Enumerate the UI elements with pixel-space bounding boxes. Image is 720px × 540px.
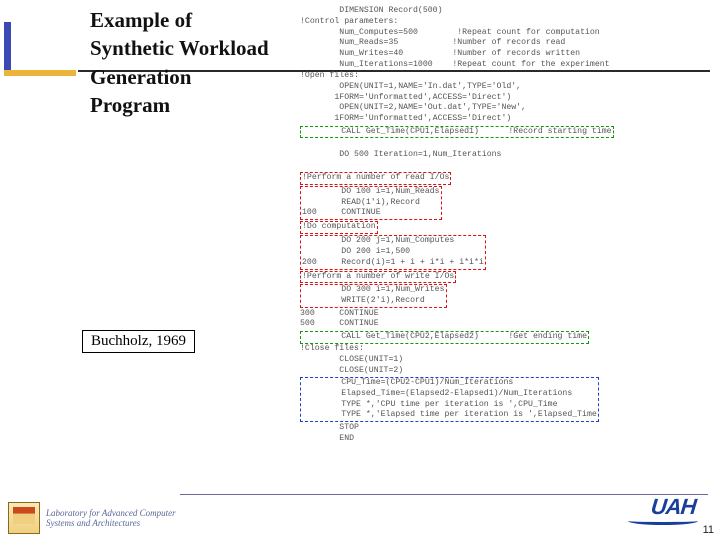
highlight-write-io-comment: !Perform a number of write I/Os	[300, 271, 456, 284]
code-line: !Control parameters:	[300, 17, 398, 26]
code-line: READ(1'i),Record	[302, 198, 420, 207]
code-line: !Open files:	[300, 71, 359, 80]
code-line: Num_Writes=40	[300, 49, 403, 58]
lab-block: Laboratory for Advanced Computer Systems…	[8, 502, 176, 534]
title-accent-graphic	[4, 60, 76, 78]
code-line: CPU_Time=(CPU2-CPU1)/Num_Iterations	[302, 378, 513, 387]
fortran-code-listing: DIMENSION Record(500) !Control parameter…	[300, 6, 712, 444]
footer-rule	[180, 494, 708, 495]
code-line: 100 CONTINUE	[302, 208, 381, 217]
code-comment: !Number of records written	[452, 49, 580, 58]
citation-text: Buchholz, 1969	[91, 333, 186, 349]
highlight-read-io-comment: !Perform a number of read I/Os	[300, 172, 451, 185]
code-line: CALL Get_Time(CPU2,Elapsed2)	[302, 332, 479, 341]
code-line: WRITE(2'i),Record	[302, 296, 425, 305]
code-line: DO 200 j=1,Num_Computes	[302, 236, 454, 245]
code-line: !Do computation	[302, 222, 376, 231]
code-comment: !Get ending time	[508, 332, 587, 341]
footer: Laboratory for Advanced Computer Systems…	[0, 492, 720, 540]
code-comment: !Record starting time	[508, 127, 611, 136]
citation-box: Buchholz, 1969	[82, 330, 195, 353]
lab-logo-icon	[8, 502, 40, 534]
code-line: DO 200 i=1,500	[302, 247, 410, 256]
code-line: 300 CONTINUE	[300, 309, 379, 318]
highlight-timing-start: CALL Get_Time(CPU1,Elapsed1) !Record sta…	[300, 126, 614, 139]
lab-text: Laboratory for Advanced Computer Systems…	[46, 508, 176, 529]
code-line: Num_Reads=35	[300, 38, 398, 47]
code-line: Num_Computes=500	[300, 28, 418, 37]
slide-title: Example of Synthetic Workload Generation…	[90, 6, 270, 119]
code-line: CLOSE(UNIT=2)	[300, 366, 403, 375]
code-line: TYPE *,'CPU time per iteration is ',CPU_…	[302, 400, 558, 409]
page-number: 11	[703, 524, 714, 536]
lab-line2: Systems and Architectures	[46, 518, 140, 528]
code-line: DIMENSION Record(500)	[300, 6, 443, 15]
code-line: STOP	[300, 423, 359, 432]
code-line: OPEN(UNIT=2,NAME='Out.dat',TYPE='New',	[300, 103, 526, 112]
code-line: END	[300, 434, 354, 443]
code-line: DO 300 i=1,Num_Writes	[302, 285, 445, 294]
lab-line1: Laboratory for Advanced Computer	[46, 508, 176, 518]
highlight-results-block: CPU_Time=(CPU2-CPU1)/Num_Iterations Elap…	[300, 377, 599, 422]
code-line: 500 CONTINUE	[300, 319, 379, 328]
code-line: TYPE *,'Elapsed time per iteration is ',…	[302, 410, 597, 419]
code-comment: !Number of records read	[452, 38, 565, 47]
code-line: 200 Record(i)=1 + i + i*i + i*i*i	[302, 258, 484, 267]
highlight-timing-end: CALL Get_Time(CPU2,Elapsed2) !Get ending…	[300, 331, 589, 344]
code-comment: !Repeat count for computation	[457, 28, 600, 37]
code-line: OPEN(UNIT=1,NAME='In.dat',TYPE='Old',	[300, 82, 521, 91]
code-comment: !Repeat count for the experiment	[452, 60, 609, 69]
code-line: CLOSE(UNIT=1)	[300, 355, 403, 364]
code-line: 1FORM='Unformatted',ACCESS='Direct')	[300, 114, 511, 123]
highlight-read-io-block: DO 100 i=1,Num_Reads READ(1'i),Record 10…	[300, 186, 442, 220]
uah-logo-text: UAH	[650, 494, 697, 520]
code-line: CALL Get_Time(CPU1,Elapsed1)	[302, 127, 479, 136]
slide: Example of Synthetic Workload Generation…	[0, 0, 720, 540]
code-line: DO 100 i=1,Num_Reads	[302, 187, 440, 196]
code-line: !Perform a number of write I/Os	[302, 272, 454, 281]
code-line: DO 500 Iteration=1,Num_Iterations	[300, 150, 501, 159]
code-line: !Perform a number of read I/Os	[302, 173, 449, 182]
highlight-compute-block: DO 200 j=1,Num_Computes DO 200 i=1,500 2…	[300, 235, 486, 269]
highlight-compute-comment: !Do computation	[300, 221, 378, 234]
title-block: Example of Synthetic Workload Generation…	[90, 6, 270, 119]
code-line: !Close files:	[300, 344, 364, 353]
code-line: Num_Iterations=1000	[300, 60, 433, 69]
code-line: Elapsed_Time=(Elapsed2-Elapsed1)/Num_Ite…	[302, 389, 572, 398]
highlight-write-io-block: DO 300 i=1,Num_Writes WRITE(2'i),Record	[300, 284, 447, 308]
code-line: 1FORM='Unformatted',ACCESS='Direct')	[300, 93, 511, 102]
